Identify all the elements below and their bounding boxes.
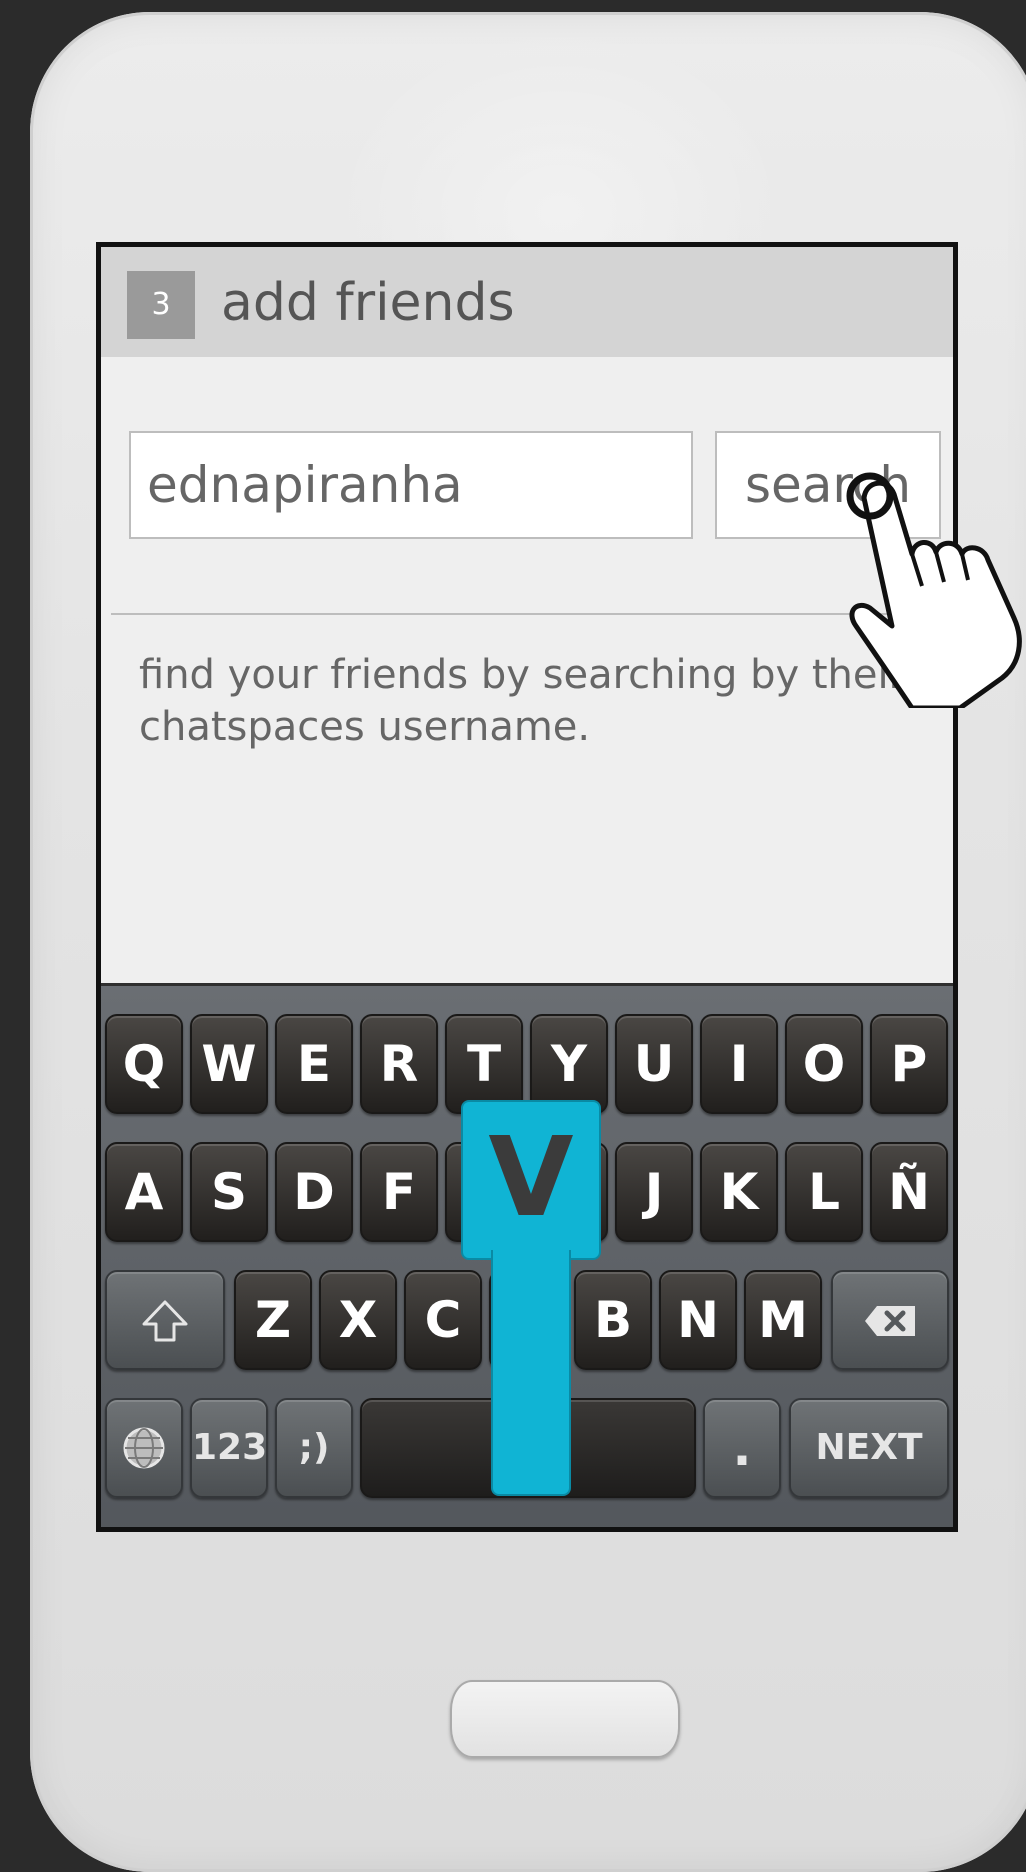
- app-screen: 3 add friends search find your friends b…: [96, 242, 958, 1532]
- pointing-hand-icon: [846, 472, 1022, 708]
- key-f[interactable]: F: [360, 1142, 438, 1242]
- key-a[interactable]: A: [105, 1142, 183, 1242]
- backspace-key[interactable]: [831, 1270, 949, 1370]
- period-key[interactable]: .: [703, 1398, 781, 1498]
- header-bar: 3 add friends: [101, 247, 953, 357]
- key-s[interactable]: S: [190, 1142, 268, 1242]
- key-j[interactable]: J: [615, 1142, 693, 1242]
- key-l[interactable]: L: [785, 1142, 863, 1242]
- key-c[interactable]: C: [404, 1270, 482, 1370]
- shift-key[interactable]: [105, 1270, 225, 1370]
- backspace-icon: [865, 1306, 915, 1336]
- globe-icon: [123, 1427, 165, 1469]
- next-key[interactable]: NEXT: [789, 1398, 949, 1498]
- step-badge: 3: [127, 271, 195, 339]
- space-key[interactable]: [360, 1398, 696, 1498]
- key-h[interactable]: H: [530, 1142, 608, 1242]
- key-m[interactable]: M: [744, 1270, 822, 1370]
- key-v[interactable]: V: [489, 1270, 567, 1370]
- key-d[interactable]: D: [275, 1142, 353, 1242]
- key-k[interactable]: K: [700, 1142, 778, 1242]
- page-title: add friends: [221, 273, 515, 333]
- emoji-key-label: ;): [298, 1427, 330, 1468]
- numbers-key[interactable]: 123: [190, 1398, 268, 1498]
- key-b[interactable]: B: [574, 1270, 652, 1370]
- key-e[interactable]: E: [275, 1014, 353, 1114]
- key-x[interactable]: X: [319, 1270, 397, 1370]
- key-z[interactable]: Z: [234, 1270, 312, 1370]
- key-t[interactable]: T: [445, 1014, 523, 1114]
- home-button[interactable]: [450, 1680, 680, 1758]
- search-input[interactable]: [129, 431, 693, 539]
- key-o[interactable]: O: [785, 1014, 863, 1114]
- shift-arrow-icon: [142, 1300, 188, 1342]
- key-n[interactable]: N: [659, 1270, 737, 1370]
- key-q[interactable]: Q: [105, 1014, 183, 1114]
- key-y[interactable]: Y: [530, 1014, 608, 1114]
- language-key[interactable]: [105, 1398, 183, 1498]
- divider: [111, 613, 951, 615]
- key-i[interactable]: I: [700, 1014, 778, 1114]
- help-text: find your friends by searching by their …: [139, 652, 906, 750]
- emoji-key[interactable]: ;): [275, 1398, 353, 1498]
- key-g[interactable]: G: [445, 1142, 523, 1242]
- key-u[interactable]: U: [615, 1014, 693, 1114]
- key-r[interactable]: R: [360, 1014, 438, 1114]
- key-p[interactable]: P: [870, 1014, 948, 1114]
- key-w[interactable]: W: [190, 1014, 268, 1114]
- key-n-tilde[interactable]: Ñ: [870, 1142, 948, 1242]
- on-screen-keyboard: Q W E R T Y U I O P A S D F G H J K L Ñ …: [101, 983, 953, 1527]
